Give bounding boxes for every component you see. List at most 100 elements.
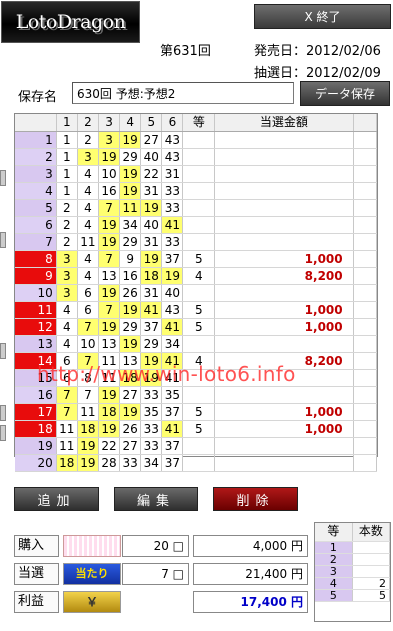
number-cell: 7 [77,386,99,404]
row-index[interactable]: 18 [15,420,57,438]
grid-row[interactable]: 1 1 2 3 19 27 43 [15,131,378,149]
header-num-2: 2 [77,114,99,132]
amount-cell: 1,000 [214,403,354,421]
save-name-input[interactable] [72,82,294,104]
number-cell: 33 [161,182,184,200]
grid-row[interactable]: 10 3 6 19 26 31 40 [15,284,378,302]
row-index[interactable]: 16 [15,386,57,404]
amount-cell [214,182,354,200]
number-cell: 19 [98,284,121,302]
row-index[interactable]: 9 [15,267,57,285]
number-cell: 2 [56,199,78,217]
grid-row[interactable]: 16 7 7 19 27 33 35 [15,386,378,404]
app-logo: LotoDragon [1,1,140,43]
number-cell: 18 [56,454,78,472]
number-cell: 18 [98,403,121,421]
left-edge-marker [0,343,6,359]
row-index[interactable]: 3 [15,165,57,183]
number-cell: 6 [77,284,99,302]
grid-row[interactable]: 13 4 10 13 19 29 34 [15,335,378,353]
number-cell: 19 [98,216,121,234]
rank-cell [182,216,216,234]
grid-row[interactable]: 4 1 4 16 19 31 33 [15,182,378,200]
row-index[interactable]: 19 [15,437,57,455]
number-cell: 33 [140,437,163,455]
purchase-count: 20 □ [122,535,189,557]
row-index[interactable]: 5 [15,199,57,217]
grid-row[interactable]: 17 7 11 18 19 35 37 5 1,000 [15,403,378,421]
number-cell: 34 [140,454,163,472]
row-index[interactable]: 17 [15,403,57,421]
grid-row[interactable]: 20 18 19 28 33 34 37 [15,454,378,472]
number-cell: 19 [119,301,142,319]
row-index[interactable]: 12 [15,318,57,336]
blank-cell [353,420,378,438]
grid-row[interactable]: 7 2 11 19 29 31 33 [15,233,378,251]
number-cell: 19 [119,131,142,149]
row-index[interactable]: 1 [15,131,57,149]
header-blank [353,114,378,132]
number-cell: 27 [140,131,163,149]
number-cell: 40 [140,148,163,166]
rank-cell [182,454,216,472]
grid-row[interactable]: 5 2 4 7 11 19 33 [15,199,378,217]
grid-row[interactable]: 9 3 4 13 16 18 19 4 8,200 [15,267,378,285]
edit-button[interactable]: 編集 [114,487,198,511]
row-index[interactable]: 2 [15,148,57,166]
rank-cell [182,386,216,404]
exit-button[interactable]: X 終了 [254,4,391,29]
row-index[interactable]: 11 [15,301,57,319]
blank-cell [353,437,378,455]
row-index[interactable]: 6 [15,216,57,234]
watermark-text: http://www.win-loto6.info [37,362,296,386]
rank-count-value [352,541,391,554]
save-data-button[interactable]: データ保存 [300,81,390,106]
grid-row[interactable]: 12 4 7 19 29 37 41 5 1,000 [15,318,378,336]
number-cell: 43 [161,301,184,319]
draw-date: 抽選日：2012/02/09 [254,66,381,81]
number-cell: 1 [56,148,78,166]
blank-cell [353,182,378,200]
number-cell: 4 [56,301,78,319]
grid-row[interactable]: 18 11 18 19 26 33 41 5 1,000 [15,420,378,438]
delete-button[interactable]: 削除 [213,487,298,511]
blank-cell [353,284,378,302]
row-index[interactable]: 20 [15,454,57,472]
header-rank: 等 [182,114,216,132]
grid-row[interactable]: 2 1 3 19 29 40 43 [15,148,378,166]
prediction-grid[interactable]: 1 2 3 4 5 6 等当選金額 1 1 2 3 19 27 43 2 1 3 19 29 40 43 3 1 4 10 19… [14,113,378,472]
row-index[interactable]: 13 [15,335,57,353]
number-cell: 29 [119,318,142,336]
winning-label: 当選 [14,563,59,585]
rank-cell [182,131,216,149]
rank-cell: 5 [182,318,216,336]
rank-count-table: 等 本数 1234255 [315,523,391,602]
rank-value: 3 [315,565,353,578]
row-index[interactable]: 8 [15,250,57,268]
grid-row[interactable]: 6 2 4 19 34 40 41 [15,216,378,234]
row-index[interactable]: 10 [15,284,57,302]
header-num-5: 5 [140,114,163,132]
winning-amount: 21,400 円 [193,563,308,585]
grid-row[interactable]: 19 11 19 22 27 33 37 [15,437,378,455]
rank-cell [182,335,216,353]
profit-amount: 17,400 円 [193,591,308,613]
amount-cell [214,335,354,353]
blank-cell [353,131,378,149]
number-cell: 7 [98,301,121,319]
number-cell: 11 [56,437,78,455]
row-index[interactable]: 7 [15,233,57,251]
number-cell: 33 [119,454,142,472]
number-cell: 41 [140,301,163,319]
grid-row[interactable]: 11 4 6 7 19 41 43 5 1,000 [15,301,378,319]
row-index[interactable]: 4 [15,182,57,200]
number-cell: 31 [140,182,163,200]
number-cell: 7 [56,386,78,404]
add-button[interactable]: 追加 [14,487,99,511]
rank-value: 5 [315,589,353,602]
winning-count: 7 □ [122,563,189,585]
grid-row[interactable]: 3 1 4 10 19 22 31 [15,165,378,183]
grid-row[interactable]: 8 3 4 7 9 19 37 5 1,000 [15,250,378,268]
number-cell: 19 [140,199,163,217]
rank-cell: 5 [182,420,216,438]
